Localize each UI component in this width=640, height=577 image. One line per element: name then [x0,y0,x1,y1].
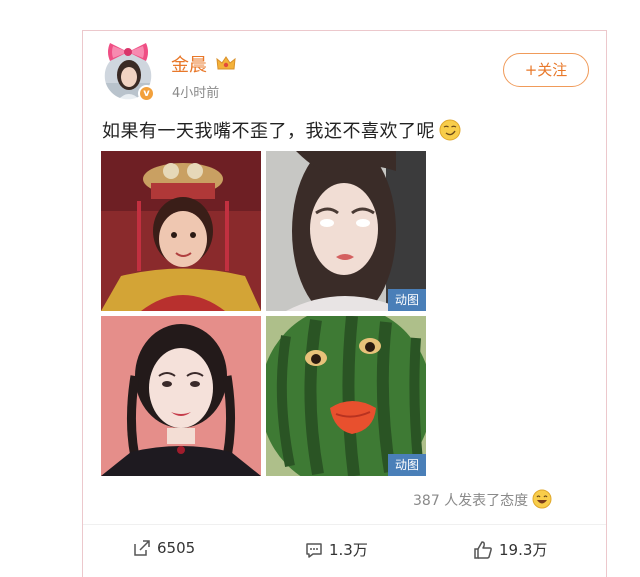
post-text: 如果有一天我嘴不歪了，我还不喜欢了呢 [102,117,461,143]
post-text-content: 如果有一天我嘴不歪了，我还不喜欢了呢 [102,121,435,142]
gif-badge: 动图 [388,454,426,476]
post-image-1[interactable] [101,151,261,311]
gif-badge: 动图 [388,289,426,311]
photo-eye-roll [266,151,426,311]
like-count: 19.3万 [499,541,548,559]
username[interactable]: 金晨 [171,51,207,77]
post-time: 4小时前 [172,86,220,101]
like-button[interactable]: 19.3万 [473,539,547,560]
reactions-text: 387 人发表了态度 [413,493,529,509]
share-count: 6505 [157,539,196,557]
post-image-4[interactable]: 动图 [266,316,426,476]
photo-braids [101,316,261,476]
smirk-emoji-icon [439,119,461,141]
crown-icon [216,56,236,70]
avatar[interactable]: v [103,41,159,103]
share-icon [134,540,150,556]
post-image-2[interactable]: 动图 [266,151,426,311]
photo-costume-girl [101,151,261,311]
divider [83,524,606,525]
photo-watermelon [266,316,426,476]
share-button[interactable]: 6505 [133,539,195,557]
comment-icon [306,542,322,558]
follow-button[interactable]: +关注 [503,53,589,87]
weibo-post-card: v 金晨 4小时前 +关注 如果有一天我嘴不歪了，我还不喜欢了呢 动图 动图 3… [82,30,607,577]
bow-icon [108,43,148,61]
like-icon [474,540,492,559]
verified-icon: v [138,85,155,102]
comment-button[interactable]: 1.3万 [305,539,368,560]
post-image-3[interactable] [101,316,261,476]
reactions-summary[interactable]: 387 人发表了态度 [413,489,552,510]
comment-count: 1.3万 [329,541,368,559]
laugh-emoji-icon [532,489,552,509]
